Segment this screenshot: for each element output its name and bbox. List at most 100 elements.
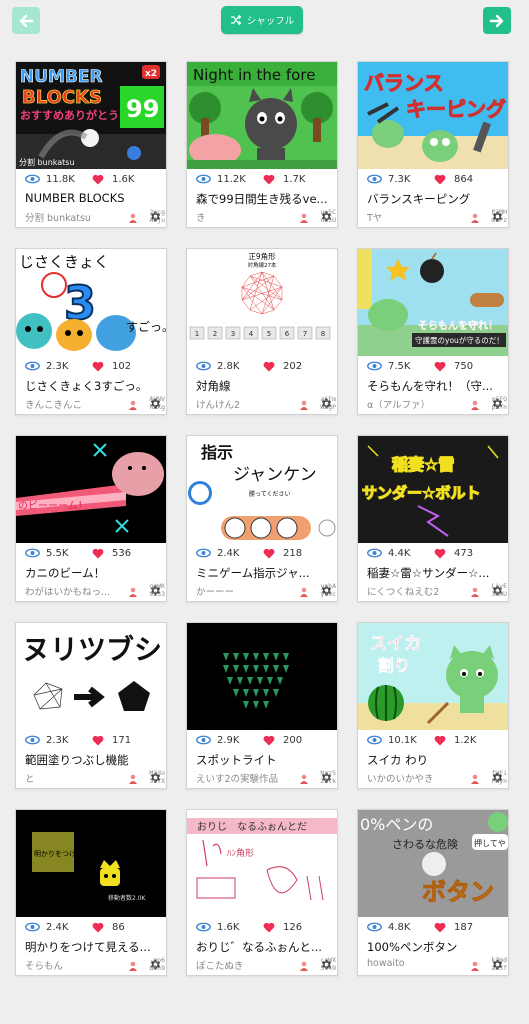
project-title[interactable]: スポットライト <box>196 752 332 768</box>
project-thumbnail[interactable]: スイカ 割り <box>358 623 508 730</box>
project-card[interactable]: Night in the fore 11.2K 1.7K 森で99日間生き残るv… <box>186 61 338 228</box>
project-thumbnail[interactable]: バランス キーピング <box>358 62 508 169</box>
project-title[interactable]: じさくきょく3すごっ。 <box>25 378 161 394</box>
project-thumbnail[interactable]: 指示 ジャンケン 勝ってください <box>187 436 337 543</box>
project-stats: 10.1K 1.2K <box>367 733 476 747</box>
like-count: 200 <box>283 734 303 746</box>
shuffle-label: シャッフル <box>246 16 295 27</box>
heart-icon <box>434 174 446 184</box>
project-thumbnail[interactable]: そらもんを守れ！ 守護霊のyouが守るのだ！ <box>358 249 508 356</box>
heart-icon <box>434 548 446 558</box>
user-avatar-icon <box>300 587 308 597</box>
project-card[interactable]: スイカ 割り 10.1K 1.2K スイカ わり いかのいかやき fHFi FKy… <box>357 622 509 789</box>
project-card[interactable]: のビーーーム！ 5.5K 536 カニのビーム！ わがはいかもねっ... qgW… <box>15 435 167 602</box>
project-author[interactable]: howaito <box>367 958 463 969</box>
thumb-text-line: 2 <box>213 330 217 338</box>
project-thumbnail[interactable]: 明かりをつけて 移動者数2.0K <box>16 810 166 917</box>
user-id: yshA y19c <box>320 582 336 598</box>
thumb-text-line: 8 <box>321 330 325 338</box>
view-count: 7.5K <box>388 360 411 372</box>
eye-icon <box>196 735 211 745</box>
project-author[interactable]: にくつくねえむ2 <box>367 584 463 598</box>
thumb-text-line: じさくきょく <box>19 253 109 271</box>
project-title[interactable]: 森で99日間生き残るve... <box>196 191 332 207</box>
project-title[interactable]: ミニゲーム指示ジャ... <box>196 565 332 581</box>
thumb-text-line: さわるな危険 <box>392 838 458 851</box>
project-author[interactable]: いかのいかやき <box>367 771 463 785</box>
project-title[interactable]: 100%ペンボタン <box>367 939 503 955</box>
thumb-text-line: 守護霊のyouが守るのだ！ <box>415 335 504 345</box>
heart-icon <box>263 922 275 932</box>
project-author[interactable]: ぽこたぬき <box>196 958 292 972</box>
project-card[interactable]: 0%ペンの さわるな危険 ボタン 押してや 4.8K 187 100%ペンボタン… <box>357 809 509 976</box>
project-stats: 11.2K 1.7K <box>196 172 305 186</box>
eye-icon <box>367 922 382 932</box>
project-card[interactable]: 正9角形 対角線27本 12345678 2.8K 202 対角線 けんけん2 … <box>186 248 338 415</box>
project-title[interactable]: おりじ゛なるふぉんと... <box>196 939 332 955</box>
thumb-text-line: のビーーーム！ <box>18 500 88 512</box>
arrow-right-icon <box>489 14 504 27</box>
user-avatar-icon <box>300 774 308 784</box>
project-thumbnail[interactable]: ヌリツブシ <box>16 623 166 730</box>
project-card[interactable]: NUMBER BLOCKS おすすめありがとう 99 x2 分割 bunkats… <box>15 61 167 228</box>
project-title[interactable]: 対角線 <box>196 378 332 394</box>
view-count: 2.4K <box>217 547 240 559</box>
shuffle-button[interactable]: シャッフル <box>221 6 303 34</box>
project-thumbnail[interactable]: おりじ なるふぉんとだ ﾊﾝ角形 <box>187 810 337 917</box>
project-title[interactable]: 明かりをつけて見える... <box>25 939 161 955</box>
project-author[interactable]: 分割 bunkatsu <box>25 210 121 224</box>
eye-icon <box>367 548 382 558</box>
project-card[interactable]: 2.9K 200 スポットライト えいす2の実験作品 Nzz5 ZEtk <box>186 622 338 789</box>
project-card[interactable]: 明かりをつけて 移動者数2.0K 2.4K 86 明かりをつけて見える... そ… <box>15 809 167 976</box>
like-count: 1.7K <box>283 173 306 185</box>
project-title[interactable]: そらもんを守れ！（守... <box>367 378 503 394</box>
project-title[interactable]: 範囲塗りつぶし機能 <box>25 752 161 768</box>
view-count: 2.3K <box>46 734 69 746</box>
project-card[interactable]: バランス キーピング 7.3K 864 バランスキーピング Tヤ PJMH muP… <box>357 61 509 228</box>
project-author[interactable]: α（アルファ） <box>367 397 463 411</box>
project-title[interactable]: バランスキーピング <box>367 191 503 207</box>
project-card[interactable]: そらもんを守れ！ 守護霊のyouが守るのだ！ 7.5K 750 そらもんを守れ！… <box>357 248 509 415</box>
project-card[interactable]: 指示 ジャンケン 勝ってください 2.4K 218 ミニゲーム指示ジャ... か… <box>186 435 338 602</box>
project-title[interactable]: スイカ わり <box>367 752 503 768</box>
thumb-text-line: 7 <box>303 330 307 338</box>
project-title[interactable]: NUMBER BLOCKS <box>25 191 161 205</box>
thumb-text-line: 99 <box>126 95 159 123</box>
project-author[interactable]: きんこきんこ <box>25 397 121 411</box>
user-avatar-icon <box>300 961 308 971</box>
project-card[interactable]: 稲妻☆雷 サンダー☆ボルト 4.4K 473 稲妻☆雷☆サンダー☆... にくつ… <box>357 435 509 602</box>
project-author[interactable]: けんけん2 <box>196 397 292 411</box>
project-thumbnail[interactable]: NUMBER BLOCKS おすすめありがとう 99 x2 分割 bunkats… <box>16 62 166 169</box>
project-thumbnail[interactable]: Night in the fore <box>187 62 337 169</box>
project-author[interactable]: えいす2の実験作品 <box>196 771 292 785</box>
project-title[interactable]: カニのビーム！ <box>25 565 161 581</box>
project-author[interactable]: かーーー <box>196 584 292 598</box>
project-author[interactable]: わがはいかもねっ... <box>25 584 121 598</box>
project-card[interactable]: ヌリツブシ 2.3K 171 範囲塗りつぶし機能 と M2do 3zYX <box>15 622 167 789</box>
thumb-text-line: バランス <box>364 71 444 95</box>
forward-button[interactable] <box>483 7 511 34</box>
project-author[interactable]: き <box>196 210 292 224</box>
thumb-text-line: 対角線27本 <box>248 261 277 269</box>
back-button[interactable] <box>12 7 40 34</box>
project-thumbnail[interactable]: 稲妻☆雷 サンダー☆ボルト <box>358 436 508 543</box>
project-card[interactable]: じさくきょく 3 すごっ。 2.3K 102 じさくきょく3すごっ。 きんこきん… <box>15 248 167 415</box>
project-card[interactable]: おりじ なるふぉんとだ ﾊﾝ角形 1.6K 126 おりじ゛なるふぉんと... … <box>186 809 338 976</box>
heart-icon <box>92 922 104 932</box>
eye-icon <box>196 548 211 558</box>
project-thumbnail[interactable]: 正9角形 対角線27本 1 2 3 4 5 6 7 8 <box>187 249 337 356</box>
heart-icon <box>263 735 275 745</box>
project-thumbnail[interactable]: じさくきょく 3 すごっ。 <box>16 249 166 356</box>
view-count: 2.9K <box>217 734 240 746</box>
user-avatar-icon <box>129 774 137 784</box>
thumb-text-line: 明かりをつけて <box>34 850 83 858</box>
project-stats: 7.5K 750 <box>367 359 473 373</box>
project-title[interactable]: 稲妻☆雷☆サンダー☆... <box>367 565 503 581</box>
project-stats: 4.8K 187 <box>367 920 473 934</box>
project-thumbnail[interactable] <box>187 623 337 730</box>
project-thumbnail[interactable]: 0%ペンの さわるな危険 ボタン 押してや <box>358 810 508 917</box>
project-thumbnail[interactable]: のビーーーム！ <box>16 436 166 543</box>
project-author[interactable]: と <box>25 771 121 785</box>
project-author[interactable]: そらもん <box>25 958 121 972</box>
project-author[interactable]: Tヤ <box>367 210 463 224</box>
